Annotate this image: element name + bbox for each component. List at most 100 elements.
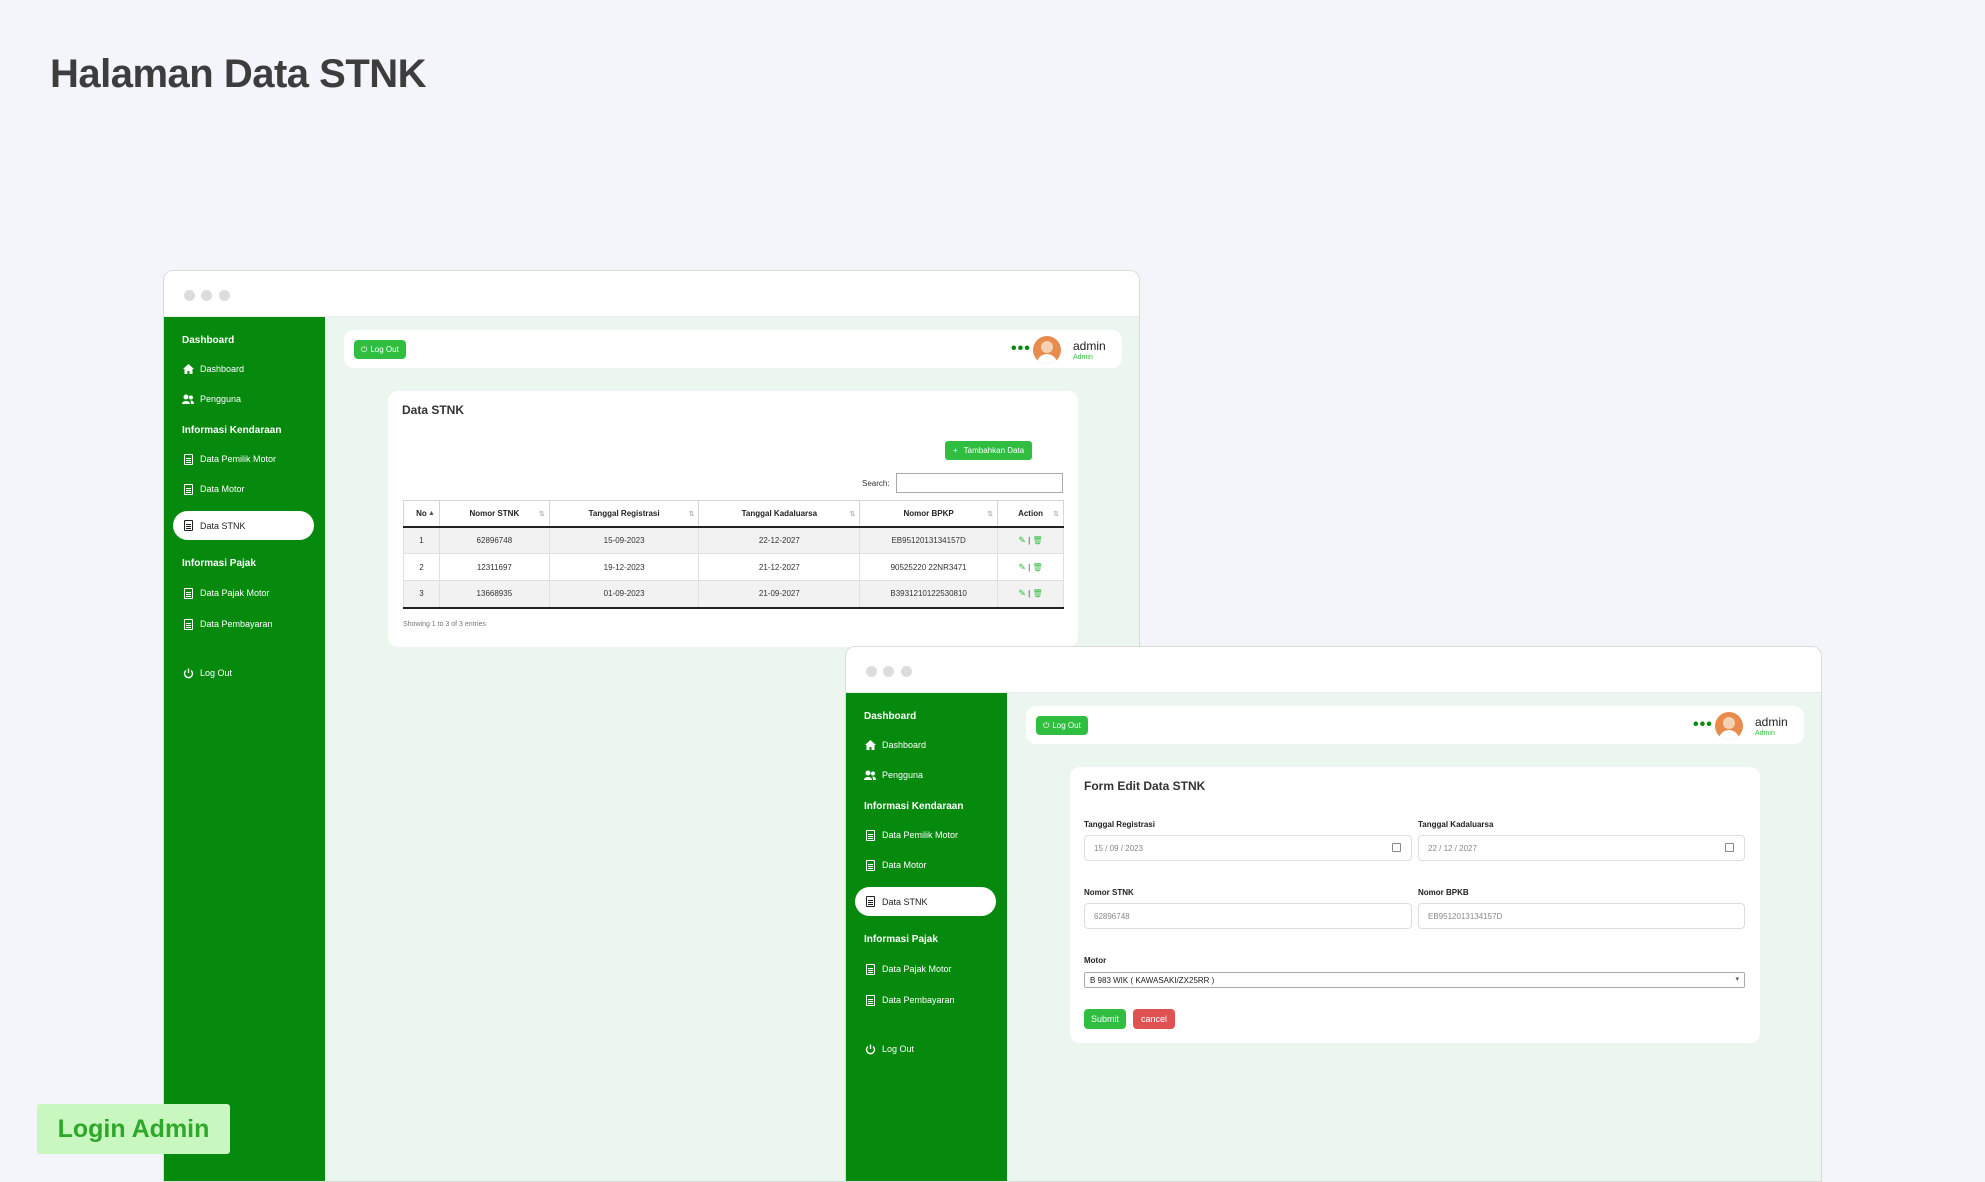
- cell-no: 2: [403, 553, 440, 581]
- delete-icon[interactable]: 🗑: [1032, 589, 1042, 598]
- edit-icon[interactable]: ✎: [1018, 535, 1026, 545]
- window-dot: [219, 290, 230, 301]
- more-menu-icon[interactable]: •••: [1693, 716, 1713, 734]
- column-header-nomor-bpkp[interactable]: Nomor BPKP ⇅: [859, 500, 999, 528]
- avatar[interactable]: [1715, 712, 1743, 740]
- column-header-tanggal-kadaluarsa[interactable]: Tanggal Kadaluarsa ⇅: [698, 500, 861, 528]
- logout-button[interactable]: ⏻ Log Out: [1036, 716, 1088, 735]
- chevron-down-icon: ▾: [1735, 976, 1739, 983]
- sidebar-item-label: Log Out: [200, 668, 233, 678]
- cell-tanggal-kadaluarsa: 21-12-2027: [698, 553, 861, 581]
- logout-button[interactable]: ⏻ Log Out: [354, 340, 406, 359]
- window-dot: [866, 666, 877, 677]
- tanggal-kadaluarsa-input[interactable]: 22 / 12 / 2027: [1418, 835, 1745, 861]
- column-header-tanggal-registrasi[interactable]: Tanggal Registrasi ⇅: [548, 500, 700, 528]
- nomor-stnk-input[interactable]: 62896748: [1084, 903, 1412, 929]
- logout-label: Log Out: [1052, 721, 1081, 730]
- delete-icon[interactable]: 🗑: [1032, 563, 1042, 572]
- cell-no: 1: [403, 526, 440, 554]
- sidebar-item-pajak-motor[interactable]: Data Pajak Motor: [182, 583, 312, 603]
- cell-nomor-stnk: 62896748: [438, 526, 550, 554]
- sidebar-item-label: Dashboard: [200, 364, 245, 374]
- cell-tanggal-kadaluarsa: 22-12-2027: [698, 526, 861, 554]
- column-header-nomor-stnk[interactable]: Nomor STNK ⇅: [438, 500, 550, 528]
- tanggal-kadaluarsa-label: Tanggal Kadaluarsa: [1418, 820, 1494, 829]
- input-value: 22 / 12 / 2027: [1428, 843, 1477, 853]
- users-icon: [864, 769, 876, 781]
- column-header-no[interactable]: No ▲: [403, 500, 440, 528]
- edit-icon[interactable]: ✎: [1018, 588, 1026, 598]
- sidebar-item-pajak-motor[interactable]: Data Pajak Motor: [864, 959, 994, 979]
- user-name: admin: [1073, 339, 1106, 353]
- tanggal-registrasi-label: Tanggal Registrasi: [1084, 820, 1155, 829]
- sidebar-item-pembayaran[interactable]: Data Pembayaran: [182, 614, 312, 634]
- calendar-icon[interactable]: [1725, 843, 1734, 852]
- calendar-icon[interactable]: [1392, 843, 1401, 852]
- search-input[interactable]: [896, 473, 1063, 493]
- add-data-button[interactable]: + Tambahkan Data: [945, 441, 1033, 460]
- sidebar-item-data-motor[interactable]: Data Motor: [864, 855, 994, 875]
- cell-nomor-bpkp: B3931210122530810: [859, 580, 999, 609]
- table-row: 1 62896748 15-09-2023 22-12-2027 EB95120…: [403, 526, 1064, 554]
- edit-icon[interactable]: ✎: [1018, 562, 1026, 572]
- sort-icon: ⇅: [538, 511, 545, 518]
- cell-action: ✎ | 🗑: [997, 580, 1064, 609]
- sidebar-section-dashboard: Dashboard: [182, 335, 235, 346]
- avatar[interactable]: [1033, 336, 1061, 364]
- cell-no: 3: [403, 580, 440, 609]
- window-dot: [201, 290, 212, 301]
- cancel-button[interactable]: cancel: [1133, 1009, 1176, 1029]
- input-value: 62896748: [1094, 911, 1130, 921]
- window-dot: [901, 666, 912, 677]
- window-dot: [883, 666, 894, 677]
- power-icon: ⏻: [1043, 720, 1050, 730]
- cell-tanggal-registrasi: 15-09-2023: [548, 526, 700, 554]
- sidebar-item-data-motor[interactable]: Data Motor: [182, 479, 312, 499]
- column-header-action[interactable]: Action ⇅: [997, 500, 1064, 528]
- sidebar-section-kendaraan: Informasi Kendaraan: [182, 425, 282, 436]
- sidebar-item-label: Pengguna: [882, 770, 924, 780]
- topbar: ⏻ Log Out ••• admin Admin: [344, 330, 1122, 368]
- delete-icon[interactable]: 🗑: [1032, 536, 1042, 545]
- sort-icon: ⇅: [1053, 511, 1059, 518]
- document-icon: [864, 896, 876, 908]
- sidebar-item-pemilik-motor[interactable]: Data Pemilik Motor: [182, 449, 312, 469]
- sidebar-item-pengguna[interactable]: Pengguna: [182, 389, 312, 409]
- sidebar-item-label: Data Motor: [200, 484, 245, 494]
- topbar: ⏻ Log Out ••• admin Admin: [1026, 706, 1804, 744]
- document-icon: [182, 453, 194, 465]
- submit-button[interactable]: Submit: [1084, 1009, 1127, 1029]
- window-dot: [184, 290, 195, 301]
- sidebar-item-pembayaran[interactable]: Data Pembayaran: [864, 990, 994, 1010]
- sort-icon: ⇅: [987, 511, 994, 518]
- nomor-bpkb-label: Nomor BPKB: [1418, 888, 1469, 897]
- add-data-label: Tambahkan Data: [963, 446, 1025, 455]
- sidebar-item-dashboard[interactable]: Dashboard: [182, 359, 312, 379]
- sidebar: Dashboard Dashboard Pengguna Informasi K…: [846, 693, 1007, 1181]
- cell-nomor-stnk: 13668935: [438, 580, 550, 609]
- sidebar-item-label: Log Out: [882, 1044, 915, 1054]
- sidebar-item-dashboard[interactable]: Dashboard: [864, 735, 994, 755]
- window-body: Dashboard Dashboard Pengguna Informasi K…: [846, 693, 1821, 1181]
- sidebar-item-logout[interactable]: Log Out: [864, 1039, 994, 1059]
- tanggal-registrasi-input[interactable]: 15 / 09 / 2023: [1084, 835, 1412, 861]
- sidebar-item-data-stnk[interactable]: Data STNK: [173, 511, 314, 540]
- cell-tanggal-registrasi: 01-09-2023: [548, 580, 700, 609]
- input-value: EB9512013134157D: [1428, 911, 1503, 921]
- window-chrome: [164, 271, 1139, 317]
- nomor-bpkb-input[interactable]: EB9512013134157D: [1418, 903, 1745, 929]
- more-menu-icon[interactable]: •••: [1011, 340, 1031, 358]
- sidebar-item-data-stnk[interactable]: Data STNK: [855, 887, 996, 916]
- form-edit-card: Form Edit Data STNK Tanggal Registrasi 1…: [1070, 767, 1760, 1043]
- motor-select[interactable]: B 983 WIK ( KAWASAKI/ZX25RR ) ▾: [1084, 972, 1745, 988]
- column-label: No: [416, 508, 427, 518]
- column-label: Tanggal Kadaluarsa: [741, 508, 818, 518]
- sidebar-item-pemilik-motor[interactable]: Data Pemilik Motor: [864, 825, 994, 845]
- sidebar-item-logout[interactable]: Log Out: [182, 663, 312, 683]
- sidebar-item-pengguna[interactable]: Pengguna: [864, 765, 994, 785]
- sidebar-item-label: Dashboard: [882, 740, 927, 750]
- cell-nomor-bpkp: 90525220 22NR3471: [859, 553, 999, 581]
- table-info: Showing 1 to 3 of 3 entries: [403, 621, 486, 628]
- document-icon: [182, 520, 194, 532]
- column-label: Nomor STNK: [469, 508, 520, 518]
